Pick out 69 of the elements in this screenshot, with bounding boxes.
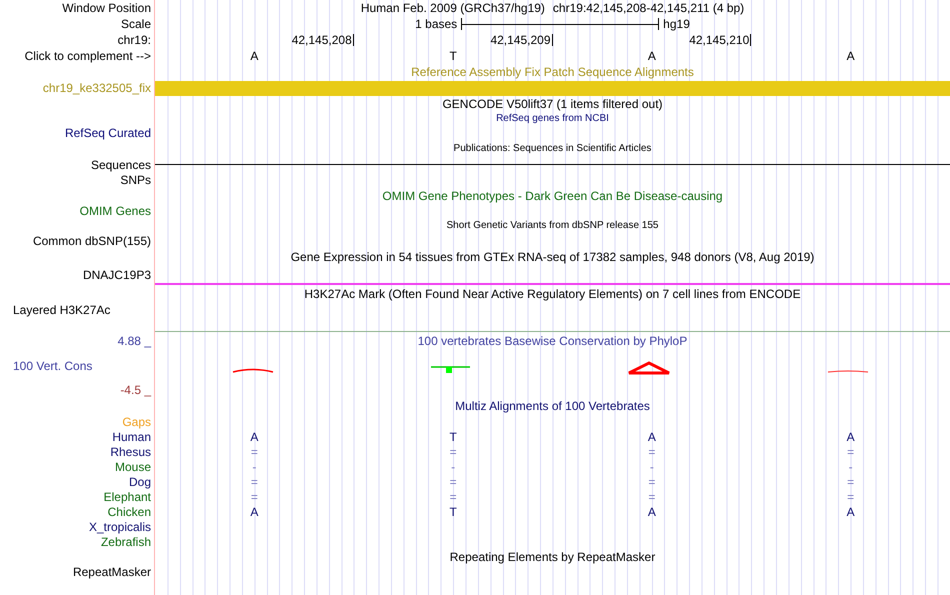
alignment-base: = (648, 446, 656, 458)
ruler-label: 42,145,210 (689, 34, 750, 46)
track-title: GENCODE V50lift37 (1 items filtered out) (442, 98, 663, 110)
track-title: RefSeq genes from NCBI (496, 114, 609, 124)
track-label[interactable]: Common dbSNP(155) (32, 235, 151, 247)
track-title: Short Genetic Variants from dbSNP release 155 (446, 221, 658, 231)
track-title: Reference Assembly Fix Patch Sequence Alignments (411, 66, 694, 78)
track-label[interactable]: Sequences (90, 158, 151, 170)
track-title: 100 vertebrates Basewise Conservation by PhyloP (418, 335, 688, 347)
alignment-base: - (650, 460, 654, 472)
alignment-base: A (648, 506, 656, 518)
alignment-base: - (252, 460, 256, 472)
alignment-base: = (847, 490, 854, 502)
axis-label: -4.5 _ (120, 384, 151, 396)
track-label: Window Position (62, 2, 151, 14)
track-label[interactable]: Layered H3K27Ac (13, 304, 110, 316)
alignment-base: T (449, 506, 457, 518)
species-label: Dog (128, 476, 151, 488)
track-title: OMIM Gene Phenotypes - Dark Green Can Be Disease-causing (382, 190, 723, 202)
track-title: Multiz Alignments of 100 Vertebrates (455, 400, 650, 412)
alignment-base: A (250, 430, 258, 442)
alignment-base: T (449, 430, 457, 442)
track-label: Scale (120, 18, 151, 30)
ruler-label: 42,145,208 (292, 34, 352, 46)
base-letter[interactable]: A (846, 50, 855, 62)
base-letter[interactable]: A (250, 50, 258, 62)
position-text: chr19:42,145,208-42,145,211 (4 bp) (552, 2, 744, 14)
track-label[interactable]: SNPs (120, 174, 151, 186)
scale-text: 1 bases (415, 17, 458, 31)
alignment-base: = (450, 476, 457, 488)
species-label: Zebrafish (100, 536, 151, 548)
track-title: H3K27Ac Mark (Often Found Near Active Regulatory Elements) on 7 cell lines from ENCODE (304, 288, 801, 300)
alignment-base: A (250, 506, 258, 518)
assembly-text: hg19 (663, 17, 690, 31)
species-label: Human (112, 430, 151, 442)
alignment-base: = (250, 490, 258, 502)
alignment-base: A (846, 430, 855, 442)
alignment-base: = (450, 490, 457, 502)
ruler-label: 42,145,209 (490, 34, 550, 46)
alignment-base: = (250, 446, 258, 458)
track-label[interactable]: OMIM Genes (80, 205, 151, 217)
track-title: Gene Expression in 54 tissues from GTEx RNA-seq of 17382 samples, 948 donors (V8, Aug 2019) (290, 250, 814, 262)
species-label: Chicken (108, 506, 151, 518)
alignment-base: = (250, 476, 258, 488)
track-label[interactable]: DNAJC19P3 (82, 269, 151, 281)
base-letter[interactable]: T (449, 50, 457, 62)
track-title: Repeating Elements by RepeatMasker (450, 551, 656, 563)
alignment-base: A (648, 430, 656, 442)
alignment-base: A (846, 506, 855, 518)
alignment-base: - (451, 460, 456, 472)
alignment-base: = (648, 490, 656, 502)
track-label[interactable]: RepeatMasker (72, 566, 151, 578)
track-label[interactable]: 100 Vert. Cons (13, 360, 92, 372)
track-label[interactable]: RefSeq Curated (64, 127, 151, 139)
track-title: Publications: Sequences in Scientific Articles (454, 144, 652, 154)
alignment-base: - (848, 460, 853, 472)
species-label: Mouse (114, 460, 151, 472)
track-label: chr19: (118, 34, 151, 46)
species-label: Rhesus (110, 446, 151, 458)
track-label: 4.88 _ (118, 335, 151, 347)
alignment-base: = (847, 476, 854, 488)
alignment-base: = (648, 476, 656, 488)
base-letter[interactable]: A (648, 50, 656, 62)
assembly-title: Human Feb. 2009 (GRCh37/hg19) (360, 2, 545, 14)
species-label: X_tropicalis (88, 520, 151, 532)
alignment-base: = (450, 446, 457, 458)
alignment-base: = (847, 446, 854, 458)
track-label[interactable]: Click to complement --> (24, 50, 151, 62)
species-label: Elephant (104, 490, 151, 502)
